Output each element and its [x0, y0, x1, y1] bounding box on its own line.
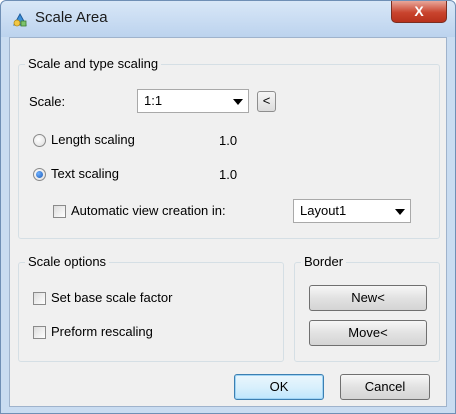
app-icon — [13, 12, 27, 27]
pick-scale-label: < — [262, 93, 271, 108]
scale-label: Scale: — [29, 94, 66, 109]
cancel-button[interactable]: Cancel — [340, 374, 430, 400]
window-title: Scale Area — [35, 9, 108, 26]
preform-rescaling-label[interactable]: Preform rescaling — [51, 324, 153, 339]
text-scaling-label[interactable]: Text scaling — [51, 166, 119, 181]
layout-select[interactable]: Layout1 — [293, 199, 411, 223]
scale-group: Scale and type scaling Scale: 1:1 < Leng… — [18, 56, 440, 239]
scale-select-value: 1:1 — [144, 93, 163, 108]
set-base-scale-label[interactable]: Set base scale factor — [51, 290, 172, 305]
close-icon: X — [414, 3, 424, 19]
dialog-body: Scale and type scaling Scale: 1:1 < Leng… — [9, 37, 447, 407]
auto-view-label[interactable]: Automatic view creation in: — [71, 203, 226, 218]
chevron-down-icon — [233, 99, 243, 105]
close-button[interactable]: X — [391, 1, 447, 23]
title-bar[interactable]: Scale Area X — [1, 1, 455, 37]
border-new-label: New< — [351, 290, 385, 305]
preform-rescaling-checkbox[interactable] — [33, 326, 46, 339]
length-scaling-label[interactable]: Length scaling — [51, 132, 135, 147]
pick-scale-button[interactable]: < — [257, 91, 276, 112]
scale-area-dialog: Scale Area X Scale and type scaling Scal… — [0, 0, 456, 414]
ok-label: OK — [269, 379, 289, 394]
length-scaling-radio[interactable] — [33, 134, 46, 147]
scale-options-group: Scale options Set base scale factor Pref… — [18, 254, 284, 362]
scale-group-legend: Scale and type scaling — [25, 56, 162, 71]
border-legend: Border — [301, 254, 347, 269]
chevron-down-icon — [395, 209, 405, 215]
border-new-button[interactable]: New< — [309, 285, 427, 311]
text-scaling-radio[interactable] — [33, 168, 46, 181]
border-group: Border New< Move< — [294, 254, 440, 362]
layout-select-value: Layout1 — [300, 203, 347, 218]
text-scaling-value: 1.0 — [219, 167, 238, 182]
cancel-label: Cancel — [364, 379, 406, 394]
scale-select[interactable]: 1:1 — [137, 89, 249, 113]
ok-button[interactable]: OK — [234, 374, 324, 400]
border-move-button[interactable]: Move< — [309, 320, 427, 346]
border-move-label: Move< — [348, 325, 388, 340]
set-base-scale-checkbox[interactable] — [33, 292, 46, 305]
scale-options-legend: Scale options — [25, 254, 110, 269]
auto-view-checkbox[interactable] — [53, 205, 66, 218]
length-scaling-value: 1.0 — [219, 133, 238, 148]
